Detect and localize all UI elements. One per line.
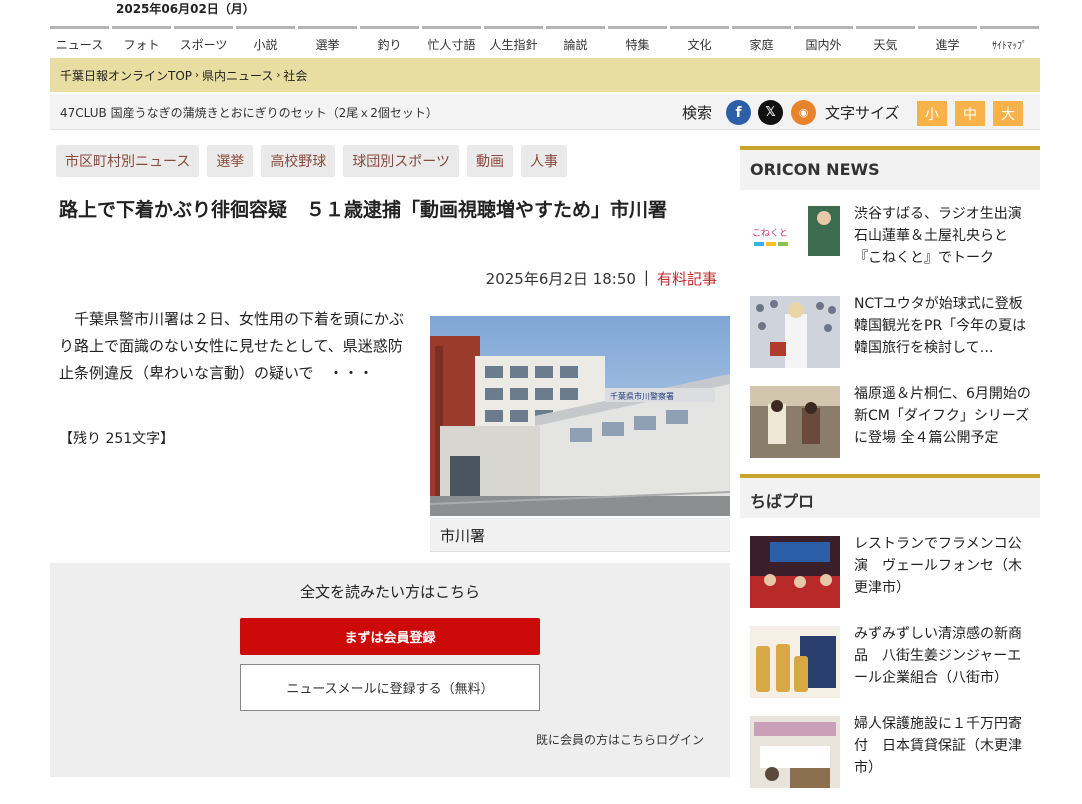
oricon-item[interactable]: NCTユウタが始球式に登板 韓国観光をPR「今年の夏は韓国旅行を検討して… <box>740 296 1040 376</box>
oricon-item-title: 渋谷すばる、ラジオ生出演 石山蓮華＆土屋礼央らと『こねくと』でトーク <box>854 206 1036 266</box>
oricon-thumb <box>750 296 840 368</box>
breadcrumb: 千葉日報オンラインTOP › 県内ニュース › 社会 <box>50 58 1040 92</box>
chibapro-thumb <box>750 626 840 698</box>
oricon-heading: ORICON NEWS <box>740 146 1040 190</box>
oricon-item-title: 福原遥＆片桐仁、6月開始の新CM「ダイフク」シリーズに登場 全４篇公開予定 <box>854 386 1031 446</box>
nav-culture[interactable]: 文化 <box>670 26 729 58</box>
register-button[interactable]: まずは会員登録 <box>240 618 540 655</box>
breadcrumb-separator: › <box>276 69 281 81</box>
remaining-count: 【残り 251文字】 <box>59 431 175 447</box>
breadcrumb-current: 社会 <box>283 68 308 83</box>
nav-education[interactable]: 進学 <box>918 26 977 58</box>
chibapro-item-title: みずみずしい清涼感の新商品 八街生姜ジンジャーエール企業組合（八街市） <box>854 626 1022 686</box>
tag-election[interactable]: 選挙 <box>207 145 254 177</box>
header-date: 2025年06月02日（月） <box>116 2 255 16</box>
nav-home[interactable]: 家庭 <box>732 26 791 58</box>
x-icon[interactable]: 𝕏 <box>758 100 783 125</box>
font-size-medium-button[interactable]: 中 <box>955 101 985 126</box>
meta-separator: | <box>643 268 649 286</box>
nav-sports[interactable]: スポーツ <box>174 26 233 58</box>
nav-editorial[interactable]: 論説 <box>546 26 605 58</box>
nav-fishing[interactable]: 釣り <box>360 26 419 58</box>
oricon-thumb <box>750 386 840 458</box>
font-size-small-button[interactable]: 小 <box>917 101 947 126</box>
article-body: 千葉県警市川署は２日、女性用の下着を頭にかぶり路上で面識のない女性に見せたとして… <box>59 310 405 382</box>
nav-election[interactable]: 選挙 <box>298 26 357 58</box>
paywall-box: 全文を読みたい方はこちら まずは会員登録 ニュースメールに登録する（無料） 既に… <box>50 563 730 777</box>
article-meta: 2025年6月2日 18:50 | 有料記事 <box>486 268 717 289</box>
nav-weather[interactable]: 天気 <box>856 26 915 58</box>
nav-novel[interactable]: 小説 <box>236 26 295 58</box>
article-photo[interactable]: 千葉県市川警察署 <box>430 316 730 516</box>
tag-personnel[interactable]: 人事 <box>521 145 568 177</box>
station-sign-text: 千葉県市川警察署 <box>610 391 674 401</box>
info-bar: 47CLUB 国産うなぎの蒲焼きとおにぎりのセット（2尾ｘ2個セット） 検索 f… <box>50 94 1040 130</box>
chibapro-item-title: 婦人保護施設に１千万円寄付 日本賃貸保証（木更津市） <box>854 716 1022 776</box>
chibapro-item[interactable]: 婦人保護施設に１千万円寄付 日本賃貸保証（木更津市） <box>740 716 1040 796</box>
nav-national[interactable]: 国内外 <box>794 26 853 58</box>
paywall-title: 全文を読みたい方はこちら <box>299 583 480 601</box>
category-tags: 市区町村別ニュース 選挙 高校野球 球団別スポーツ 動画 人事 <box>56 145 575 177</box>
chibapro-item-title: レストランでフラメンコ公演 ヴェールフォンセ（木更津市） <box>854 536 1022 596</box>
breadcrumb-separator: › <box>195 69 200 81</box>
tag-municipal-news[interactable]: 市区町村別ニュース <box>56 145 200 177</box>
newsletter-button[interactable]: ニュースメールに登録する（無料） <box>240 664 540 711</box>
oricon-item-title: NCTユウタが始球式に登板 韓国観光をPR「今年の夏は韓国旅行を検討して… <box>854 296 1037 356</box>
tag-high-school-baseball[interactable]: 高校野球 <box>261 145 336 177</box>
tag-team-sports[interactable]: 球団別スポーツ <box>343 145 460 177</box>
font-size-large-button[interactable]: 大 <box>993 101 1023 126</box>
sidebar: ORICON NEWS こねくと 渋谷すばる、ラジオ生出演 石山蓮華＆土屋礼央ら… <box>740 146 1040 788</box>
login-link[interactable]: 既に会員の方はこちらログイン <box>536 731 704 748</box>
promo-link[interactable]: 47CLUB 国産うなぎの蒲焼きとおにぎりのセット（2尾ｘ2個セット） <box>60 104 438 121</box>
font-size-label: 文字サイズ <box>825 104 900 122</box>
rss-icon[interactable]: ◉ <box>791 100 816 125</box>
article-headline: 路上で下着かぶり徘徊容疑 ５１歳逮捕「動画視聴増やすため」市川署 <box>59 199 668 221</box>
nav-sitemap[interactable]: ｻｲﾄﾏｯﾌﾟ <box>980 26 1039 58</box>
article-date: 2025年6月2日 18:50 <box>485 270 636 288</box>
search-link[interactable]: 検索 <box>682 102 712 123</box>
chibapro-item[interactable]: レストランでフラメンコ公演 ヴェールフォンセ（木更津市） <box>740 536 1040 616</box>
oricon-item[interactable]: 福原遥＆片桐仁、6月開始の新CM「ダイフク」シリーズに登場 全４篇公開予定 <box>740 386 1040 466</box>
oricon-thumb: こねくと <box>750 206 840 278</box>
tag-video[interactable]: 動画 <box>467 145 514 177</box>
breadcrumb-local-news[interactable]: 県内ニュース <box>202 67 273 84</box>
chibapro-item[interactable]: みずみずしい清涼感の新商品 八街生姜ジンジャーエール企業組合（八街市） <box>740 626 1040 706</box>
nav-column[interactable]: 忙人寸語 <box>422 26 481 58</box>
chibapro-heading: ちばプロ <box>740 474 1040 518</box>
nav-feature[interactable]: 特集 <box>608 26 667 58</box>
chibapro-thumb <box>750 716 840 788</box>
facebook-icon[interactable]: f <box>726 100 751 125</box>
nav-photo[interactable]: フォト <box>112 26 171 58</box>
oricon-item[interactable]: こねくと 渋谷すばる、ラジオ生出演 石山蓮華＆土屋礼央らと『こねくと』でトーク <box>740 206 1040 286</box>
breadcrumb-top[interactable]: 千葉日報オンラインTOP <box>60 67 192 84</box>
paid-article-badge: 有料記事 <box>656 270 717 288</box>
photo-caption: 市川署 <box>430 518 730 552</box>
global-nav: ニュース フォト スポーツ 小説 選挙 釣り 忙人寸語 人生指針 論説 特集 文… <box>50 26 1039 58</box>
chibapro-thumb <box>750 536 840 608</box>
nav-life-guide[interactable]: 人生指針 <box>484 26 543 58</box>
nav-news[interactable]: ニュース <box>50 26 109 58</box>
svg-text:こねくと: こねくと <box>752 228 788 239</box>
police-station-photo: 千葉県市川警察署 <box>430 316 730 516</box>
